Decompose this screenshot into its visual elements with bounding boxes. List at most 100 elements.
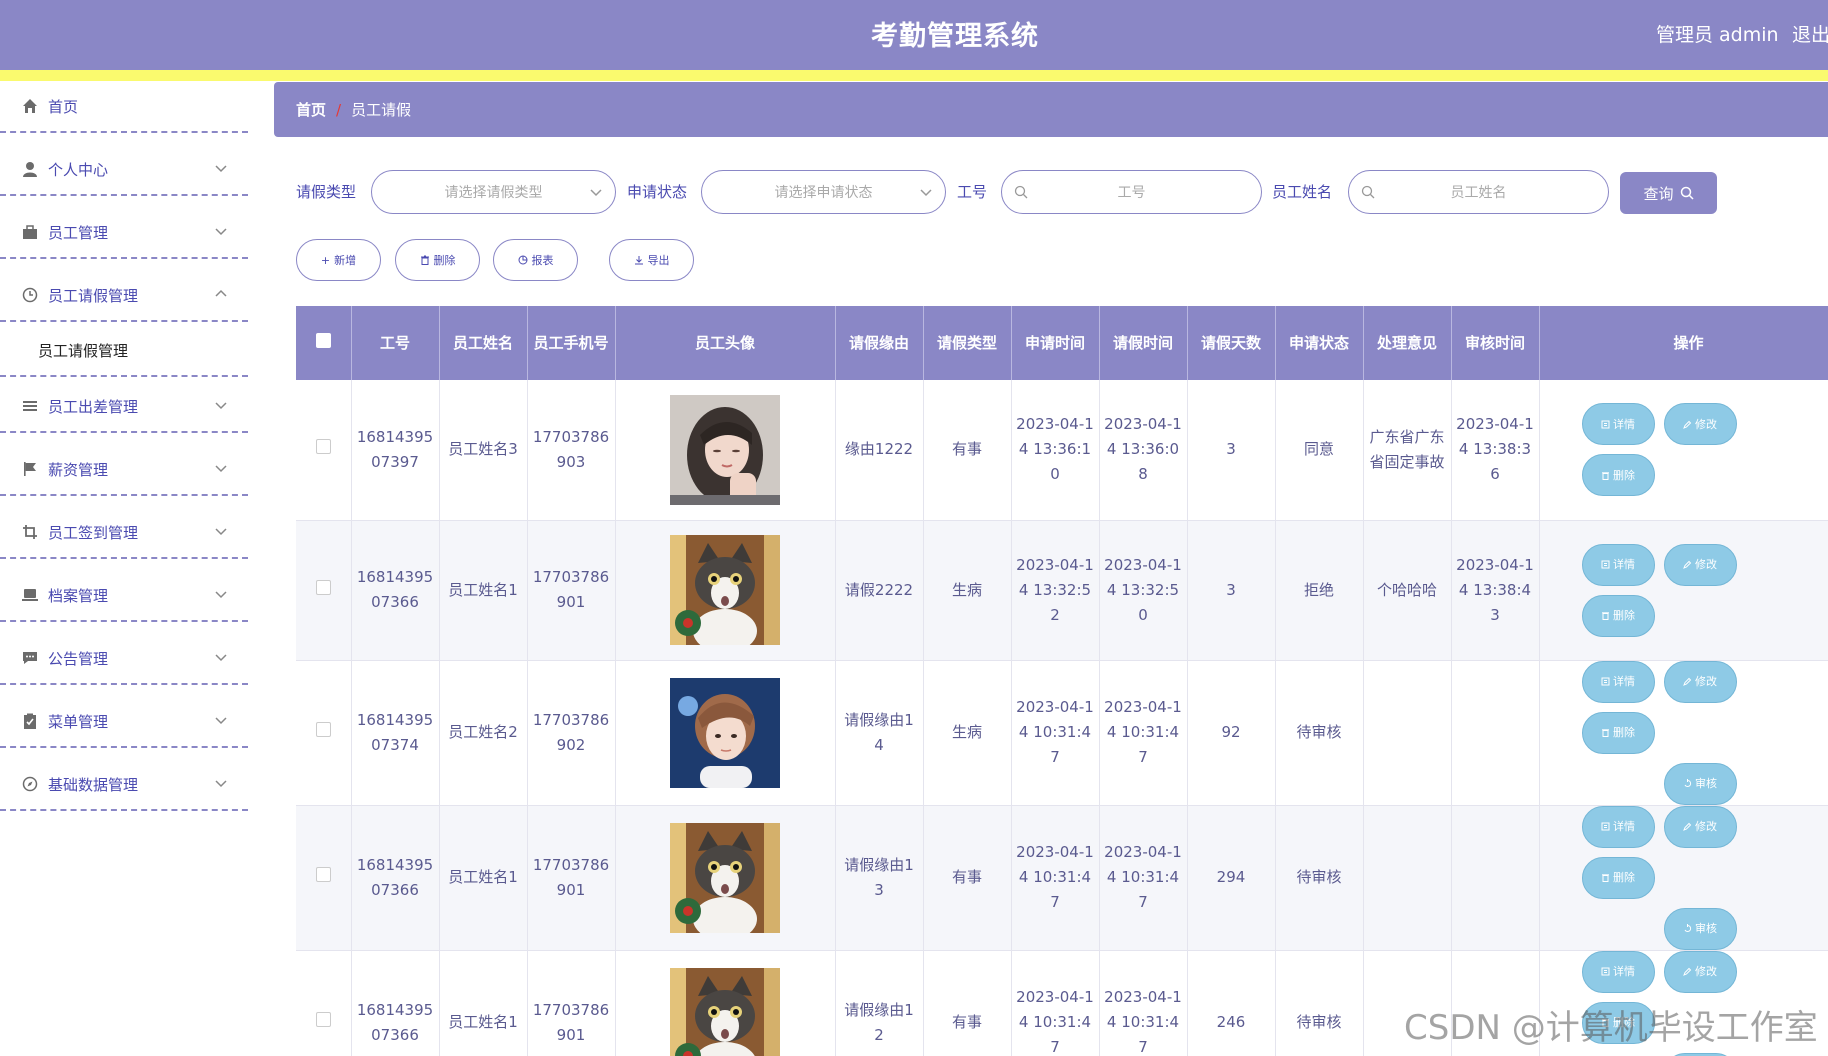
- edit-button[interactable]: 修改: [1663, 403, 1737, 446]
- cell-apply-time: 2023-04-14 10:31:47: [1011, 805, 1100, 951]
- cell-type: 生病: [923, 520, 1012, 661]
- report-button[interactable]: 报表: [493, 239, 578, 281]
- edit-button[interactable]: 修改: [1663, 805, 1737, 848]
- row-checkbox[interactable]: [315, 579, 331, 595]
- cell-days: 3: [1187, 520, 1276, 661]
- cell-leave-time: 2023-04-14 10:31:47: [1099, 950, 1188, 1056]
- row-checkbox[interactable]: [315, 439, 331, 455]
- chevron-up-icon: [215, 289, 227, 297]
- detail-icon: [1601, 560, 1610, 569]
- breadcrumb: 首页 / 员工请假: [274, 82, 1828, 137]
- sidebar-item-archive[interactable]: 档案管理: [0, 570, 248, 622]
- row-select-cell[interactable]: [296, 660, 352, 806]
- detail-icon: [1601, 420, 1610, 429]
- review-icon: [1684, 779, 1692, 787]
- cell-days: 246: [1187, 950, 1276, 1056]
- sidebar-item-signin[interactable]: 员工签到管理: [0, 507, 248, 559]
- sidebar-item-leave[interactable]: 员工请假管理: [0, 270, 248, 322]
- cell-name: 员工姓名1: [439, 950, 528, 1056]
- cell-actions: 详情 修改删除审核: [1539, 805, 1828, 951]
- table-row: 1681439507366 员工姓名1 17703786901 请假缘由13 有事 202…: [296, 805, 1828, 951]
- cell-opinion: [1363, 805, 1452, 951]
- emp-no-input[interactable]: 工号: [1001, 170, 1262, 214]
- detail-button[interactable]: 详情: [1581, 660, 1655, 703]
- edit-button[interactable]: 修改: [1663, 950, 1737, 993]
- table-header: 请假时间: [1099, 306, 1188, 380]
- clock-icon: [22, 287, 38, 303]
- trash-icon: [1602, 472, 1609, 480]
- emp-name-input[interactable]: 员工姓名: [1348, 170, 1609, 214]
- cell-avatar: [615, 660, 836, 806]
- delete-button[interactable]: 删除: [395, 239, 480, 281]
- header-select-all[interactable]: [296, 306, 352, 380]
- table-body: 1681439507397 员工姓名3 17703786903 缘由1222 有事 202…: [296, 380, 1828, 1056]
- sidebar-item-employee[interactable]: 员工管理: [0, 207, 248, 259]
- chevron-down-icon: [215, 780, 227, 788]
- row-checkbox[interactable]: [315, 1012, 331, 1027]
- row-delete-button[interactable]: 删除: [1581, 711, 1655, 754]
- table-header: 员工手机号: [527, 306, 616, 380]
- chevron-down-icon: [215, 591, 227, 599]
- row-checkbox[interactable]: [315, 867, 331, 882]
- chevron-down-icon: [215, 228, 227, 236]
- row-select-cell[interactable]: [296, 950, 352, 1056]
- sidebar-subitem-leave-manage[interactable]: 员工请假管理: [0, 325, 248, 377]
- logout-link[interactable]: 退出: [1792, 20, 1828, 47]
- detail-label: 详情: [1613, 965, 1635, 978]
- sidebar-item-menu[interactable]: 菜单管理: [0, 696, 248, 748]
- accent-bar: [0, 70, 1828, 81]
- status-label: 申请状态: [627, 183, 688, 201]
- edit-button[interactable]: 修改: [1663, 660, 1737, 703]
- review-button[interactable]: 审核: [1663, 907, 1737, 950]
- row-select-cell[interactable]: [296, 805, 352, 951]
- review-label: 审核: [1695, 922, 1717, 935]
- chevron-down-icon: [215, 654, 227, 662]
- cell-reason: 请假缘由13: [835, 805, 924, 951]
- sidebar-item-notice[interactable]: 公告管理: [0, 633, 248, 685]
- detail-button[interactable]: 详情: [1581, 543, 1655, 586]
- search-icon: [1680, 186, 1694, 200]
- row-select-cell[interactable]: [296, 380, 352, 521]
- chevron-down-icon: [920, 189, 932, 197]
- cell-type: 生病: [923, 660, 1012, 806]
- sidebar-item-personal-center[interactable]: 个人中心: [0, 144, 248, 196]
- breadcrumb-current: 员工请假: [351, 101, 412, 119]
- row-delete-button[interactable]: 删除: [1581, 594, 1655, 637]
- leave-type-select[interactable]: 请选择请假类型: [371, 170, 616, 214]
- detail-icon: [1601, 822, 1610, 831]
- search-icon: [1014, 185, 1028, 199]
- detail-button[interactable]: 详情: [1581, 950, 1655, 993]
- review-button[interactable]: 审核: [1663, 1052, 1737, 1056]
- sidebar-item-salary[interactable]: 薪资管理: [0, 444, 248, 496]
- cell-phone: 17703786901: [527, 520, 616, 661]
- sidebar-item-home[interactable]: 首页: [0, 81, 248, 133]
- select-all-checkbox[interactable]: [315, 333, 331, 348]
- table-header: 处理意见: [1363, 306, 1452, 380]
- cell-status: 待审核: [1275, 805, 1364, 951]
- row-checkbox[interactable]: [315, 722, 331, 737]
- query-label: 查询: [1643, 184, 1674, 203]
- row-delete-button[interactable]: 删除: [1581, 856, 1655, 899]
- query-button[interactable]: 查询: [1620, 172, 1717, 214]
- chevron-down-icon: [215, 528, 227, 536]
- detail-button[interactable]: 详情: [1581, 403, 1655, 446]
- row-delete-button[interactable]: 删除: [1581, 454, 1655, 497]
- table-header: 工号: [351, 306, 440, 380]
- row-select-cell[interactable]: [296, 520, 352, 661]
- breadcrumb-home[interactable]: 首页: [296, 99, 326, 120]
- detail-button[interactable]: 详情: [1581, 805, 1655, 848]
- sidebar-item-label: 菜单管理: [48, 712, 109, 731]
- sidebar-item-business-trip[interactable]: 员工出差管理: [0, 381, 248, 433]
- edit-label: 修改: [1695, 965, 1717, 978]
- export-button[interactable]: 导出: [609, 239, 694, 281]
- edit-button[interactable]: 修改: [1663, 543, 1737, 586]
- review-button[interactable]: 审核: [1663, 762, 1737, 805]
- sidebar-item-basic-data[interactable]: 基础数据管理: [0, 759, 248, 811]
- detail-label: 详情: [1613, 558, 1635, 571]
- trash-icon: [1602, 612, 1609, 620]
- search-icon: [1361, 185, 1375, 199]
- cell-review-time: 2023-04-14 13:38:43: [1451, 520, 1540, 661]
- sidebar-subitem-label: 员工请假管理: [38, 341, 129, 360]
- status-select[interactable]: 请选择申请状态: [701, 170, 946, 214]
- add-button[interactable]: + 新增: [296, 239, 381, 281]
